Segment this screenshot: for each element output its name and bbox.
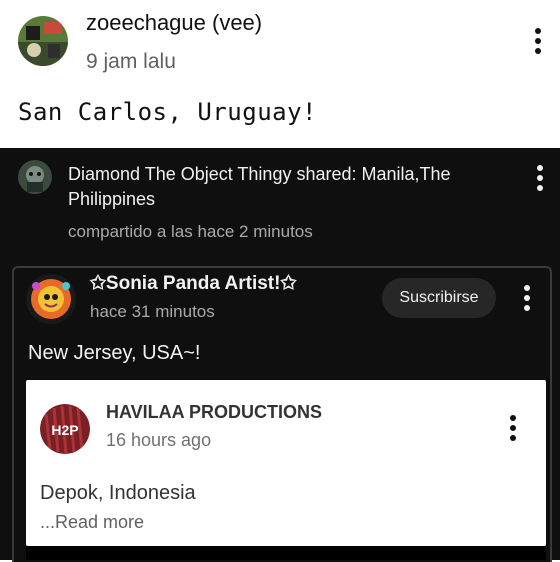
post-text: San Carlos, Uruguay! — [18, 98, 317, 126]
more-vertical-icon[interactable] — [514, 282, 540, 314]
more-vertical-icon[interactable] — [526, 162, 554, 194]
avatar-image — [18, 16, 68, 66]
nested-post-text: Depok, Indonesia — [40, 482, 196, 504]
embedded-post-author[interactable]: ✩Sonia Panda Artist!✩ — [90, 272, 296, 295]
embedded-post-timestamp: hace 31 minutos — [90, 302, 215, 321]
channel-logo-icon: H2P — [40, 404, 90, 454]
avatar[interactable] — [18, 16, 68, 66]
shared-header[interactable]: Diamond The Object Thingy shared: Manila… — [68, 162, 488, 212]
more-vertical-icon[interactable] — [524, 24, 552, 58]
subscribe-button[interactable]: Suscribirse — [382, 278, 496, 318]
more-vertical-icon[interactable] — [500, 412, 526, 444]
read-more-link[interactable]: ...Read more — [40, 512, 144, 533]
nested-post-timestamp: 16 hours ago — [106, 430, 212, 450]
embedded-post-text: New Jersey, USA~! — [28, 342, 201, 364]
embedded-post-avatar[interactable] — [26, 274, 76, 324]
shared-timestamp: compartido a las hace 2 minutos — [68, 222, 313, 241]
avatar-image — [18, 160, 52, 194]
post-timestamp: 9 jam lalu — [86, 50, 176, 73]
media-preview[interactable] — [26, 546, 546, 560]
avatar-image — [26, 274, 76, 324]
nested-post-avatar[interactable]: H2P — [40, 404, 90, 454]
svg-text:H2P: H2P — [51, 422, 78, 438]
post-author[interactable]: zoeechague (vee) — [86, 10, 262, 36]
shared-by-avatar[interactable] — [18, 160, 52, 194]
nested-post-author[interactable]: HAVILAA PRODUCTIONS — [106, 402, 322, 423]
